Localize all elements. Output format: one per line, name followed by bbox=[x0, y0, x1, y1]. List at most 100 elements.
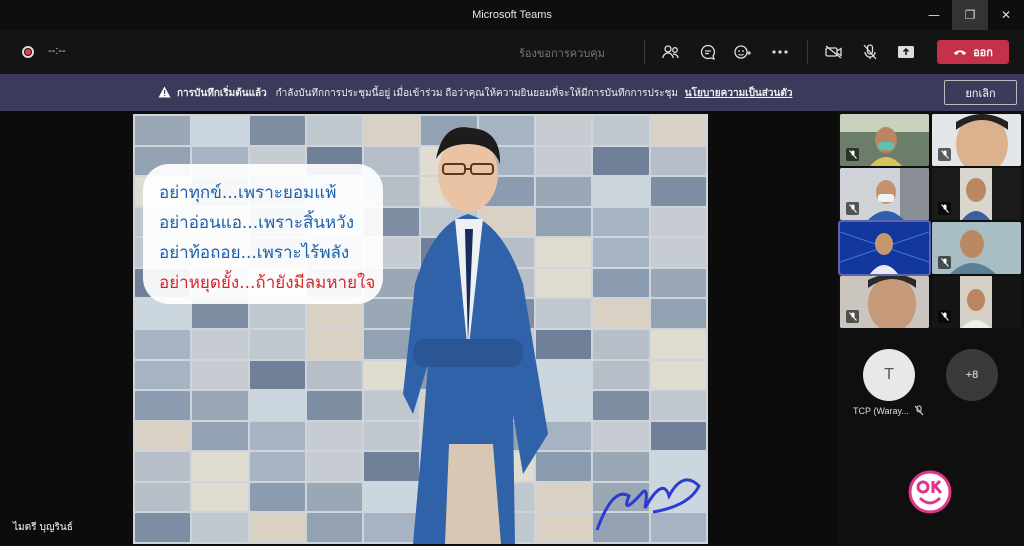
privacy-policy-link[interactable]: นโยบายความเป็นส่วนตัว bbox=[685, 88, 793, 99]
quote-line: อย่าทุกข์...เพราะยอมแพ้ bbox=[159, 183, 337, 203]
participant-video-tile[interactable] bbox=[840, 168, 929, 220]
phone-hangup-icon bbox=[954, 50, 967, 55]
collage-photo bbox=[249, 360, 305, 390]
collage-photo bbox=[306, 116, 363, 145]
toolbar-divider bbox=[644, 40, 645, 64]
collage-photo bbox=[249, 421, 305, 451]
collage-photo bbox=[135, 482, 191, 512]
collage-photo bbox=[593, 329, 649, 359]
collage-photo bbox=[593, 177, 649, 206]
collage-photo bbox=[650, 329, 706, 359]
muted-mic-icon bbox=[938, 148, 951, 161]
collage-photo bbox=[135, 452, 191, 481]
ok-logo-icon bbox=[908, 470, 952, 514]
muted-mic-icon bbox=[914, 405, 924, 416]
participant-video-tile[interactable] bbox=[932, 114, 1021, 166]
collage-photo bbox=[593, 116, 649, 145]
signature-icon bbox=[595, 478, 701, 531]
collage-photo bbox=[135, 421, 191, 451]
collage-photo bbox=[135, 329, 191, 359]
collage-photo bbox=[192, 360, 248, 390]
collage-photo bbox=[306, 360, 363, 390]
presenter-name-label: ไมตรี บุญรินธ์ bbox=[13, 522, 73, 533]
participant-name-label: TCP (Waray... bbox=[853, 406, 909, 416]
window-controls: — ❐ ✕ bbox=[916, 0, 1024, 30]
participant-video-tile-active[interactable] bbox=[838, 220, 931, 276]
title-bar: Microsoft Teams bbox=[0, 0, 1024, 30]
collage-photo bbox=[135, 360, 191, 390]
participant-video-tile[interactable] bbox=[840, 276, 929, 328]
participant-video-tile[interactable] bbox=[932, 276, 1021, 328]
collage-photo bbox=[192, 329, 248, 359]
collage-photo bbox=[650, 177, 706, 206]
banner-message: กำลังบันทึกการประชุมนี้อยู่ เมื่อเข้าร่ว… bbox=[275, 88, 678, 99]
collage-photo bbox=[650, 116, 706, 145]
collage-photo bbox=[192, 421, 248, 451]
restore-button[interactable]: ❐ bbox=[952, 0, 988, 30]
collage-photo bbox=[650, 207, 706, 237]
leave-label: ออก bbox=[973, 47, 993, 59]
quote-line: อย่าอ่อนแอ...เพราะสิ้นหวัง bbox=[159, 213, 355, 233]
collage-photo bbox=[306, 391, 363, 420]
participant-avatar[interactable]: T bbox=[863, 349, 915, 401]
collage-photo bbox=[249, 329, 305, 359]
collage-photo bbox=[593, 299, 649, 328]
collage-photo bbox=[593, 238, 649, 267]
collage-photo bbox=[192, 391, 248, 420]
muted-mic-icon bbox=[846, 202, 859, 215]
collage-photo bbox=[306, 513, 363, 542]
collage-photo bbox=[192, 116, 248, 145]
collage-photo bbox=[135, 513, 191, 542]
collage-photo bbox=[650, 360, 706, 390]
muted-mic-icon bbox=[938, 256, 951, 269]
people-icon[interactable] bbox=[660, 41, 682, 63]
muted-mic-icon bbox=[938, 202, 951, 215]
more-participants-button[interactable]: +8 bbox=[946, 349, 998, 401]
collage-photo bbox=[593, 146, 649, 176]
participant-video-tile[interactable] bbox=[932, 168, 1021, 220]
collage-photo bbox=[593, 360, 649, 390]
chat-icon[interactable] bbox=[697, 41, 719, 63]
collage-photo bbox=[593, 207, 649, 237]
recording-indicator-icon bbox=[22, 46, 34, 58]
collage-photo bbox=[593, 391, 649, 420]
request-control-button[interactable]: ร้องขอการควบคุม bbox=[519, 44, 605, 62]
collage-photo bbox=[593, 421, 649, 451]
muted-mic-icon bbox=[846, 148, 859, 161]
collage-photo bbox=[650, 238, 706, 267]
collage-photo bbox=[593, 268, 649, 298]
close-window-button[interactable]: ✕ bbox=[988, 0, 1024, 30]
collage-photo bbox=[192, 452, 248, 481]
collage-photo bbox=[249, 452, 305, 481]
quote-line: อย่าหยุดยั้ง...ถ้ายังมีลมหายใจ bbox=[159, 273, 376, 293]
collage-photo bbox=[650, 391, 706, 420]
presenter-photo bbox=[403, 127, 548, 544]
collage-photo bbox=[306, 452, 363, 481]
collage-photo bbox=[135, 391, 191, 420]
collage-photo bbox=[249, 482, 305, 512]
mic-off-icon[interactable] bbox=[859, 41, 881, 63]
collage-photo bbox=[650, 421, 706, 451]
toolbar-divider bbox=[807, 40, 808, 64]
collage-photo bbox=[306, 329, 363, 359]
reactions-icon[interactable] bbox=[732, 41, 754, 63]
participant-video-tile[interactable] bbox=[932, 222, 1021, 274]
participant-video-tile[interactable] bbox=[840, 114, 929, 166]
quote-bubble: อย่าทุกข์...เพราะยอมแพ้ อย่าอ่อนแอ...เพร… bbox=[143, 164, 383, 304]
muted-mic-icon bbox=[846, 310, 859, 323]
share-screen-icon[interactable] bbox=[895, 41, 917, 63]
more-options-icon[interactable] bbox=[769, 41, 791, 63]
camera-off-icon[interactable] bbox=[823, 41, 845, 63]
quote-line: อย่าท้อถอย...เพราะไร้พลัง bbox=[159, 243, 350, 263]
minimize-button[interactable]: — bbox=[916, 0, 952, 30]
meeting-timer: --:-- bbox=[48, 45, 66, 57]
collage-photo bbox=[192, 513, 248, 542]
collage-photo bbox=[650, 146, 706, 176]
collage-photo bbox=[249, 116, 305, 145]
window-title: Microsoft Teams bbox=[472, 9, 552, 21]
leave-button[interactable]: ออก bbox=[937, 40, 1009, 64]
collage-photo bbox=[135, 116, 191, 145]
collage-photo bbox=[650, 299, 706, 328]
warning-icon bbox=[158, 86, 171, 98]
cancel-recording-button[interactable]: ยกเลิก bbox=[944, 80, 1017, 105]
